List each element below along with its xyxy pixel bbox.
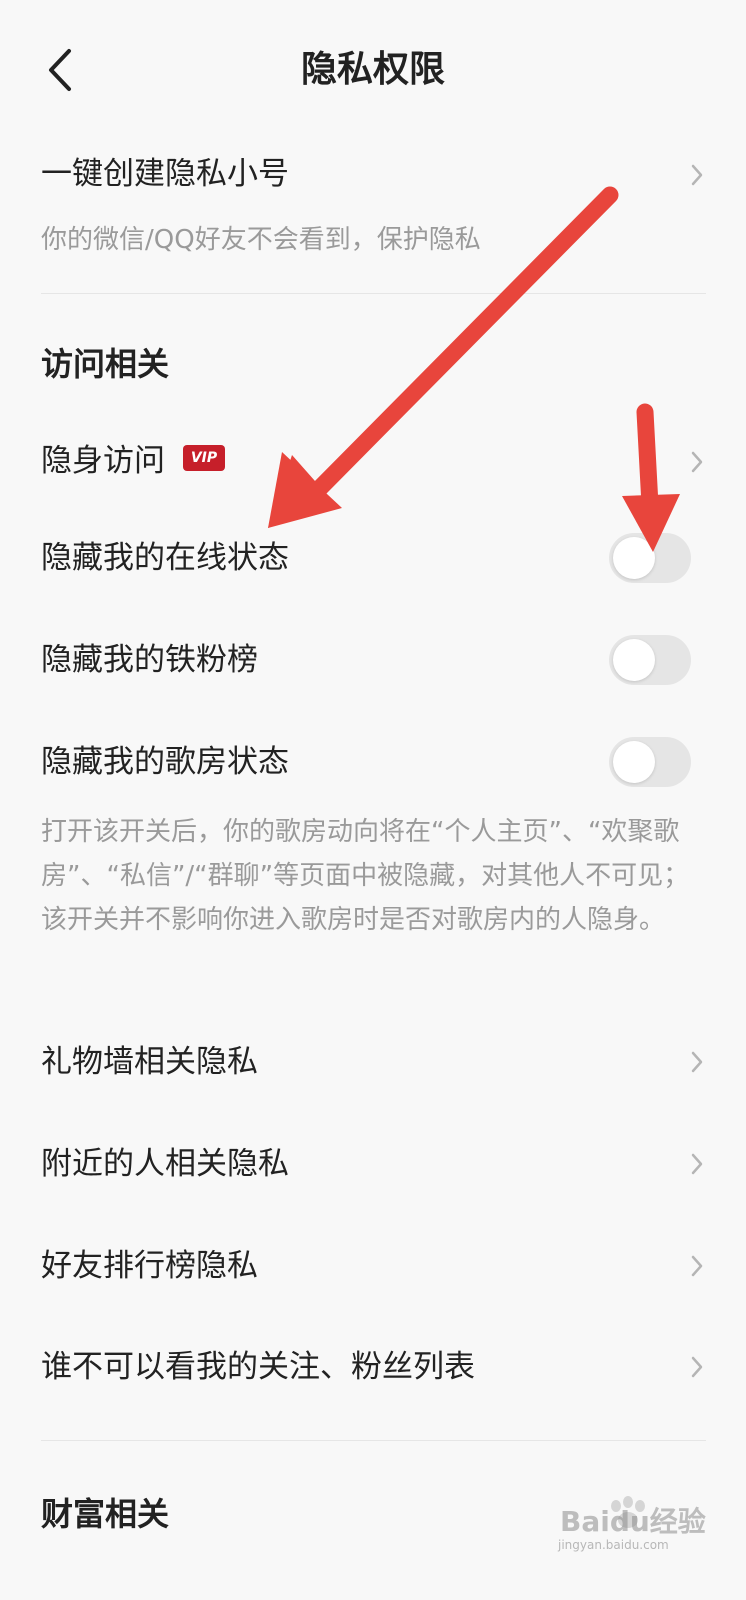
create-private-account-item[interactable]: 一键创建隐私小号 — [41, 150, 707, 200]
hide-ktv-status-label: 隐藏我的歌房状态 — [41, 744, 289, 780]
create-private-account-label: 一键创建隐私小号 — [41, 156, 289, 192]
watermark-subtext: jingyan.baidu.com — [558, 1538, 669, 1552]
menu-item-label: 谁不可以看我的关注、粉丝列表 — [41, 1349, 475, 1385]
chevron-right-icon — [691, 164, 703, 186]
header: 隐私权限 — [0, 0, 746, 140]
chevron-right-icon — [691, 451, 703, 473]
menu-item-label: 附近的人相关隐私 — [41, 1146, 289, 1182]
chevron-right-icon — [691, 1356, 703, 1378]
friend-rank-privacy-item[interactable]: 好友排行榜隐私 — [41, 1241, 707, 1291]
hide-fans-rank-toggle[interactable] — [609, 635, 691, 685]
ktv-status-desc: 打开该开关后，你的歌房动向将在“个人主页”、“欢聚歌房”、“私信”/“群聊”等页… — [41, 817, 690, 935]
create-private-account-desc: 你的微信/QQ好友不会看到，保护隐私 — [41, 225, 481, 255]
hide-online-status-label: 隐藏我的在线状态 — [41, 540, 289, 576]
chevron-right-icon — [691, 1255, 703, 1277]
invisible-visit-item[interactable]: 隐身访问 VIP — [41, 437, 707, 487]
hide-fans-rank-label: 隐藏我的铁粉榜 — [41, 642, 258, 678]
page-title: 隐私权限 — [300, 49, 445, 90]
toggle-knob — [613, 537, 655, 579]
menu-item-label: 礼物墙相关隐私 — [41, 1044, 258, 1080]
follow-list-privacy-item[interactable]: 谁不可以看我的关注、粉丝列表 — [41, 1342, 707, 1392]
watermark-text: Baidu经验 — [560, 1505, 706, 1538]
hide-online-status-toggle[interactable] — [609, 533, 691, 583]
nearby-privacy-item[interactable]: 附近的人相关隐私 — [41, 1139, 707, 1189]
hide-ktv-status-item: 隐藏我的歌房状态 — [41, 737, 707, 787]
divider — [41, 293, 706, 294]
vip-badge: VIP — [183, 445, 225, 471]
toggle-knob — [613, 639, 655, 681]
gift-wall-privacy-item[interactable]: 礼物墙相关隐私 — [41, 1037, 707, 1087]
divider — [41, 1440, 706, 1441]
invisible-visit-label: 隐身访问 — [41, 443, 165, 479]
toggle-knob — [613, 741, 655, 783]
hide-fans-rank-item: 隐藏我的铁粉榜 — [41, 635, 707, 685]
section-title-visit: 访问相关 — [41, 345, 170, 383]
menu-item-label: 好友排行榜隐私 — [41, 1248, 258, 1284]
chevron-right-icon — [691, 1051, 703, 1073]
section-title-wealth: 财富相关 — [41, 1495, 170, 1533]
hide-online-status-item: 隐藏我的在线状态 — [41, 533, 707, 583]
hide-ktv-status-toggle[interactable] — [609, 737, 691, 787]
chevron-right-icon — [691, 1153, 703, 1175]
